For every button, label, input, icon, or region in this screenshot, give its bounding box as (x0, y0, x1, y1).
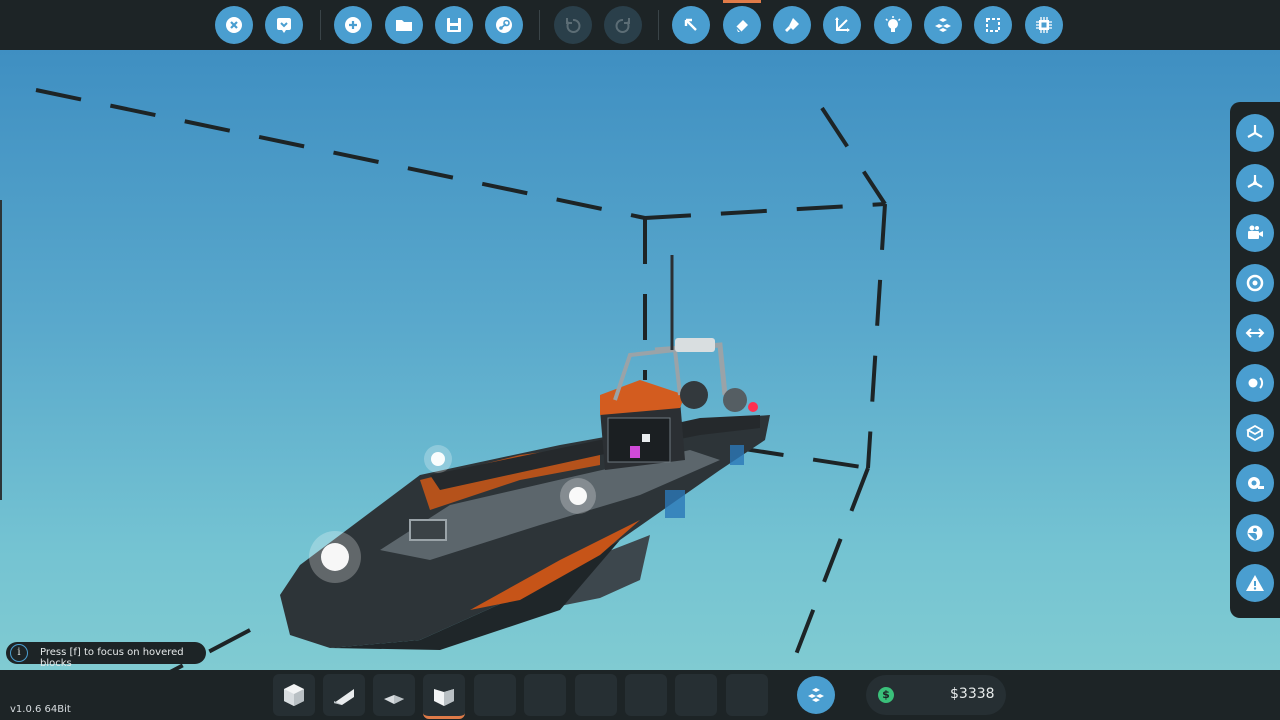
box-select-button[interactable] (974, 6, 1012, 44)
bottom-hotbar: $ $3338 (0, 670, 1280, 720)
sphere-button[interactable] (1236, 514, 1274, 552)
hotbar-slot-3[interactable] (373, 674, 415, 716)
workshop-button[interactable] (485, 6, 523, 44)
close-icon (226, 17, 242, 33)
erase-tool-button[interactable] (723, 6, 761, 44)
new-button[interactable] (334, 6, 372, 44)
tape-button[interactable] (1236, 464, 1274, 502)
top-toolbar (0, 0, 1280, 50)
warning-icon (1246, 575, 1264, 591)
toolbar-divider (539, 10, 540, 40)
camera-icon (1248, 225, 1263, 239)
camera-button[interactable] (1236, 214, 1274, 252)
paint-tool-button[interactable] (773, 6, 811, 44)
blocks-icon (808, 688, 824, 702)
hotbar-slot-1[interactable] (273, 674, 315, 716)
cube-block-icon (284, 684, 304, 706)
axis-icon (835, 17, 850, 32)
hotbar-slot-5[interactable] (474, 674, 516, 716)
focus-hint: i Press [f] to focus on hovered blocks (6, 642, 206, 669)
redo-button[interactable] (604, 6, 642, 44)
toolbar-divider (320, 10, 321, 40)
rotor-button[interactable] (1236, 114, 1274, 152)
sphere-icon (1247, 525, 1263, 541)
editor-viewport[interactable] (0, 50, 1280, 670)
move-tool-button[interactable] (823, 6, 861, 44)
target-icon (1246, 274, 1264, 292)
version-label: v1.0.6 64Bit (10, 704, 71, 715)
hotbar-slot-4[interactable] (423, 674, 465, 719)
close-button[interactable] (215, 6, 253, 44)
select-tool-button[interactable] (672, 6, 710, 44)
hotbar-slot-2[interactable] (323, 674, 365, 716)
rotor-icon (1247, 125, 1263, 138)
right-toolbar (1230, 102, 1280, 618)
money-icon: $ (878, 687, 894, 703)
save-button[interactable] (435, 6, 473, 44)
left-edge (0, 200, 2, 500)
toolbar-divider (658, 10, 659, 40)
steam-icon (496, 17, 512, 33)
save-icon (447, 18, 461, 32)
scene-svg (35, 88, 887, 670)
folder-icon (396, 20, 412, 31)
microprocessor-icon (1036, 17, 1052, 33)
hotbar-slot-7[interactable] (575, 674, 617, 716)
lights-tool-button[interactable] (874, 6, 912, 44)
logic-button[interactable] (1236, 314, 1274, 352)
hint-text: Press [f] to focus on hovered blocks (40, 647, 184, 669)
money-amount: $3338 (950, 686, 995, 702)
eraser-icon (735, 20, 748, 33)
ball-icon (1248, 377, 1264, 389)
slope-block-icon (434, 689, 454, 706)
boat-model[interactable] (280, 255, 770, 650)
box-button[interactable] (1236, 414, 1274, 452)
select-cursor-icon (684, 18, 697, 31)
wedge-block-icon (334, 689, 354, 705)
blocks-icon (935, 18, 951, 32)
hotbar-slot-9[interactable] (675, 674, 717, 716)
active-tool-indicator (723, 0, 761, 3)
inventory-button[interactable] (797, 676, 835, 714)
rotor-alt-button[interactable] (1236, 164, 1274, 202)
redo-icon (615, 18, 630, 33)
selection-box-icon (986, 18, 1000, 32)
dropdown-icon (277, 18, 291, 33)
hotbar-slot-10[interactable] (726, 674, 768, 716)
undo-button[interactable] (554, 6, 592, 44)
rotor-alt-icon (1247, 175, 1263, 188)
microprocessor-button[interactable] (1025, 6, 1063, 44)
menu-dropdown-button[interactable] (265, 6, 303, 44)
light-bulb-icon (885, 16, 901, 32)
box-icon (1246, 424, 1264, 442)
open-button[interactable] (385, 6, 423, 44)
components-button[interactable] (924, 6, 962, 44)
money-display: $ $3338 (866, 675, 1006, 715)
undo-icon (566, 18, 581, 33)
pyramid-block-icon (384, 695, 404, 704)
warning-button[interactable] (1236, 564, 1274, 602)
new-icon (345, 17, 361, 33)
target-button[interactable] (1236, 264, 1274, 302)
ball-button[interactable] (1236, 364, 1274, 402)
logic-arrows-icon (1245, 328, 1265, 338)
info-icon: i (10, 644, 28, 662)
hotbar-slot-8[interactable] (625, 674, 667, 716)
paint-icon (785, 18, 799, 32)
tape-icon (1248, 477, 1264, 489)
hotbar-slot-6[interactable] (524, 674, 566, 716)
